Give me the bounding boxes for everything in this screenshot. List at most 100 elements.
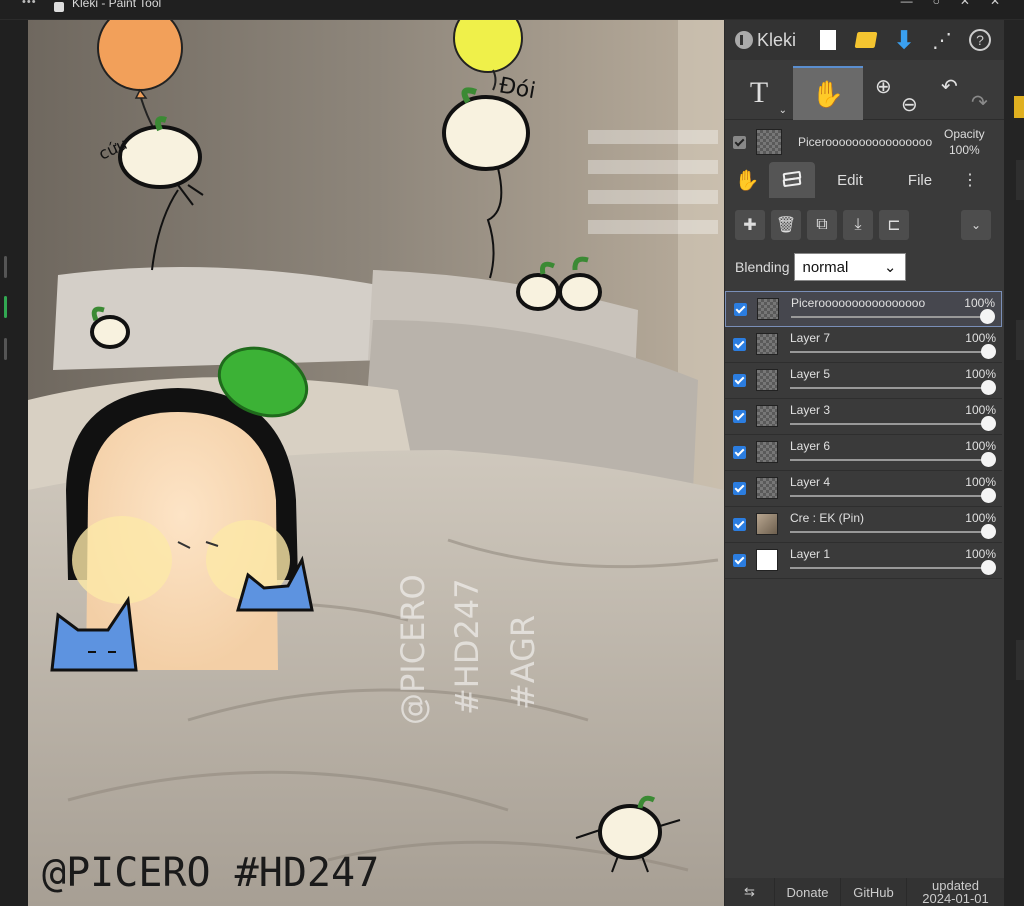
kleki-logo-text: Kleki — [757, 29, 797, 50]
layer-opacity-handle[interactable] — [981, 524, 996, 539]
layer-opacity: 100% — [965, 439, 996, 453]
canvas-artwork: cứu Đói @PICERO #HD247 @PICERO #HD247 #A… — [28, 20, 724, 906]
layer-visibility-checkbox[interactable] — [733, 518, 746, 531]
layer-opacity-slider[interactable] — [790, 351, 990, 353]
layer-row[interactable]: Layer 5 100% — [725, 363, 1002, 399]
layer-opacity-handle[interactable] — [981, 452, 996, 467]
layer-opacity: 100% — [965, 547, 996, 561]
layer-row[interactable]: Layer 1 100% — [725, 543, 1002, 579]
layer-row[interactable]: Layer 3 100% — [725, 399, 1002, 435]
layer-opacity-slider[interactable] — [790, 423, 990, 425]
restore-icon[interactable]: ○ — [933, 0, 940, 8]
zoom-out-icon[interactable]: ⊖ — [901, 92, 918, 117]
edge-marker — [1014, 96, 1024, 118]
layer-thumbnail — [756, 369, 778, 391]
layer-opacity-handle[interactable] — [980, 309, 995, 324]
add-layer-button[interactable]: ✚ — [735, 210, 765, 240]
layer-opacity-slider[interactable] — [790, 567, 990, 569]
tab-edit[interactable]: Edit — [815, 172, 885, 189]
kleki-logo[interactable]: Kleki — [735, 30, 809, 51]
github-link[interactable]: GitHub — [841, 878, 907, 906]
layer-opacity-handle[interactable] — [981, 380, 996, 395]
layer-visibility-checkbox[interactable] — [733, 482, 746, 495]
layer-opacity-handle[interactable] — [981, 344, 996, 359]
layer-thumbnail — [757, 298, 779, 320]
swap-icon: ⇆ — [744, 884, 755, 899]
gutter-marker — [4, 256, 7, 278]
right-edge-strip — [1004, 20, 1024, 906]
merge-down-icon: ⤓ — [854, 216, 862, 233]
duplicate-icon: ⧉ — [816, 216, 828, 233]
layer-thumbnail — [756, 441, 778, 463]
layer-name: Layer 5 — [790, 367, 831, 381]
duplicate-layer-button[interactable]: ⧉ — [807, 210, 837, 240]
text-tool-button[interactable]: T ⌄ — [725, 66, 793, 120]
layer-row[interactable]: Layer 4 100% — [725, 471, 1002, 507]
opacity-value: 100% — [948, 143, 980, 157]
layer-opacity: 100% — [964, 296, 995, 310]
close-icon[interactable]: ✕ — [990, 0, 1000, 8]
pin-icon[interactable]: ✕ — [960, 0, 970, 8]
layer-visibility-checkbox[interactable] — [733, 554, 746, 567]
layer-opacity-slider[interactable] — [790, 387, 990, 389]
download-icon: ⬇ — [893, 26, 915, 54]
gutter-marker — [4, 338, 7, 360]
drawing-canvas[interactable]: cứu Đói @PICERO #HD247 @PICERO #HD247 #A… — [28, 20, 724, 906]
layer-row[interactable]: Layer 6 100% — [725, 435, 1002, 471]
tab-file[interactable]: File — [885, 172, 955, 189]
delete-layer-button[interactable]: 🗑 — [771, 210, 801, 240]
layer-visibility-checkbox[interactable] — [733, 446, 746, 459]
merge-layer-button[interactable]: ⤓ — [843, 210, 873, 240]
share-button[interactable]: ⋰ — [923, 21, 961, 59]
window-menu-dots[interactable]: ••• — [22, 0, 37, 8]
active-layer-checkbox[interactable] — [733, 135, 746, 149]
layer-opacity-handle[interactable] — [981, 560, 996, 575]
layer-row[interactable]: Cre : EK (Pin) 100% — [725, 507, 1002, 543]
zoom-in-icon[interactable]: ⊕ — [875, 74, 892, 99]
new-image-button[interactable] — [809, 21, 847, 59]
blending-label: Blending — [735, 259, 790, 275]
layer-visibility-checkbox[interactable] — [733, 410, 746, 423]
redo-icon[interactable]: ↷ — [971, 90, 988, 115]
layer-opacity-slider[interactable] — [791, 316, 989, 318]
layer-visibility-checkbox[interactable] — [734, 303, 747, 316]
transform-layer-button[interactable]: ⊏ — [879, 210, 909, 240]
layer-row[interactable]: Piceroooooooooooooooo 100% — [725, 291, 1002, 327]
tab-brush[interactable]: ✋ — [725, 168, 769, 193]
zoom-controls: ⊕ ⊖ — [873, 74, 923, 117]
help-button[interactable]: ? — [961, 21, 999, 59]
undo-icon[interactable]: ↶ — [941, 74, 958, 99]
layer-opacity-slider[interactable] — [790, 495, 990, 497]
more-options-icon[interactable]: ⋮ — [955, 170, 985, 190]
kleki-logo-icon — [735, 31, 753, 49]
layer-opacity-slider[interactable] — [790, 459, 990, 461]
watermark-vertical-3: #AGR — [504, 615, 542, 710]
open-image-button[interactable] — [847, 21, 885, 59]
layer-options-dropdown[interactable]: ⌄ — [961, 210, 991, 240]
hand-tool-button[interactable]: ✋ — [793, 66, 863, 120]
blending-row: Blending normal ⌄ — [735, 252, 1005, 282]
window-titlebar: ••• Kleki - Paint Tool — ○ ✕ ✕ — [0, 0, 1024, 20]
layer-thumbnail — [756, 477, 778, 499]
watermark-vertical-1: @PICERO — [394, 574, 432, 725]
save-image-button[interactable]: ⬇ — [885, 21, 923, 59]
layer-opacity: 100% — [965, 511, 996, 525]
blending-select[interactable]: normal ⌄ — [793, 253, 906, 281]
layer-opacity-handle[interactable] — [981, 416, 996, 431]
layer-opacity-slider[interactable] — [790, 531, 990, 533]
left-gutter — [0, 20, 28, 906]
layer-opacity-handle[interactable] — [981, 488, 996, 503]
layer-row[interactable]: Layer 7 100% — [725, 327, 1002, 363]
minimize-icon[interactable]: — — [901, 0, 913, 8]
updated-info[interactable]: updated 2024-01-01 — [907, 878, 1005, 906]
tool-row: T ⌄ ✋ ⊕ ⊖ ↶ ↷ — [725, 66, 1005, 120]
swap-side-button[interactable]: ⇆ — [725, 878, 775, 906]
tool-panel: Kleki ⬇ ⋰ ? T ⌄ ✋ ⊕ ⊖ ↶ ↷ Picerooooooooo… — [724, 20, 1005, 906]
layer-name: Layer 4 — [790, 475, 831, 489]
window-title: Kleki - Paint Tool — [72, 0, 162, 10]
layer-visibility-checkbox[interactable] — [733, 338, 746, 351]
tab-layers[interactable] — [769, 162, 815, 198]
donate-link[interactable]: Donate — [775, 878, 841, 906]
layer-visibility-checkbox[interactable] — [733, 374, 746, 387]
transform-icon: ⊏ — [887, 217, 901, 234]
